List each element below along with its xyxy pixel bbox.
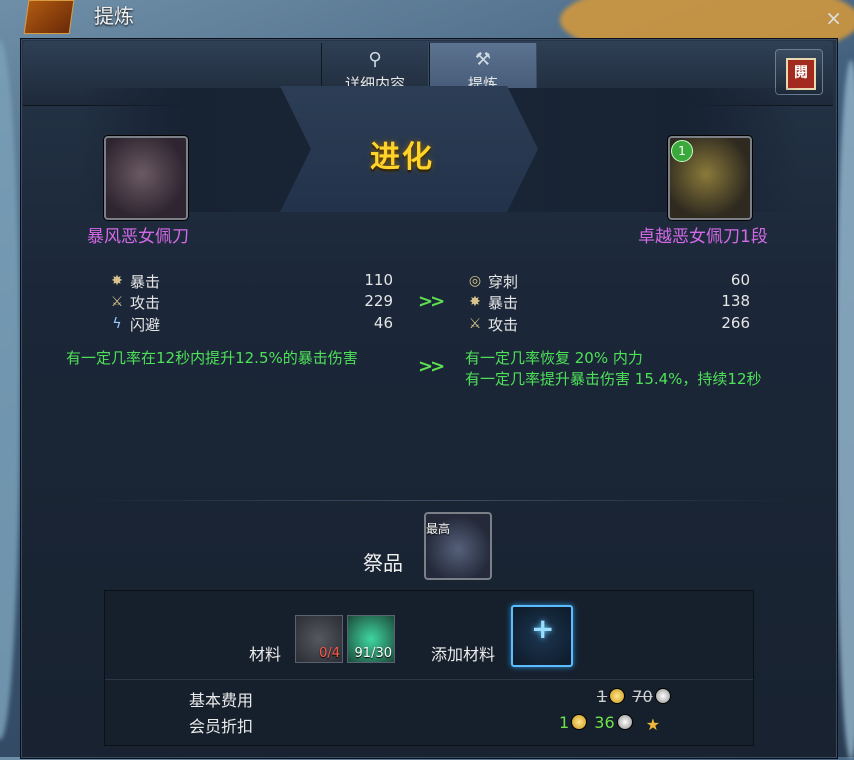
double-chevron-icon: >> bbox=[418, 291, 445, 312]
stat-name: 攻击 bbox=[130, 294, 161, 312]
member-gold: 1 bbox=[559, 713, 570, 732]
stat-row: ◎ 穿刺 60 bbox=[466, 271, 750, 291]
effect-before: 有一定几率在12秒内提升12.5%的暴击伤害 bbox=[66, 349, 358, 367]
member-discount-label: 会员折扣 bbox=[189, 717, 254, 736]
sacrifice-label: 祭品 bbox=[363, 551, 403, 575]
stat-row: ϟ 闪避 46 bbox=[108, 314, 393, 334]
source-item-slot[interactable] bbox=[104, 136, 188, 220]
double-chevron-icon: >> bbox=[418, 356, 445, 377]
gold-coin-icon bbox=[571, 714, 588, 730]
stat-row: ✸ 暴击 138 bbox=[466, 292, 750, 312]
base-cost-label: 基本费用 bbox=[189, 691, 254, 710]
stat-name: 暴击 bbox=[130, 273, 161, 291]
base-silver: 70 bbox=[632, 687, 653, 706]
stat-name: 穿刺 bbox=[488, 273, 519, 291]
crossed-swords-icon: ⚔ bbox=[110, 294, 124, 310]
lightning-icon: ϟ bbox=[112, 316, 122, 332]
stat-row: ⚔ 攻击 229 bbox=[108, 292, 393, 312]
magnifier-icon: ⚲ bbox=[368, 49, 382, 70]
close-icon[interactable]: × bbox=[825, 6, 842, 30]
silver-coin-icon bbox=[616, 714, 633, 730]
materials-box: 材料 0/4 91/30 添加材料 + 基本费用 1 70 会员折扣 1 36 … bbox=[104, 590, 754, 746]
stat-name: 攻击 bbox=[488, 316, 519, 334]
background-foliage bbox=[0, 40, 20, 740]
gold-coin-icon bbox=[609, 688, 626, 704]
sacrifice-item-slot[interactable]: 最高 bbox=[424, 512, 492, 580]
stat-value: 46 bbox=[373, 314, 393, 332]
refine-icon bbox=[23, 0, 75, 34]
pierce-icon: ◎ bbox=[468, 273, 482, 289]
materials-label: 材料 bbox=[249, 645, 282, 664]
critical-icon: ✸ bbox=[111, 273, 123, 289]
material-slot[interactable]: 0/4 bbox=[295, 615, 343, 663]
background-foliage bbox=[836, 60, 854, 760]
stat-value: 110 bbox=[364, 271, 393, 289]
level-badge: 1 bbox=[671, 140, 693, 162]
stat-value: 229 bbox=[364, 292, 393, 310]
evolution-label: 进化 bbox=[370, 140, 434, 175]
section-divider bbox=[78, 500, 798, 501]
material-count: 91/30 bbox=[354, 646, 392, 661]
crossed-swords-icon: ⚔ bbox=[468, 316, 482, 332]
best-tag: 最高 bbox=[426, 522, 451, 536]
source-item-name: 暴风恶女佩刀 bbox=[87, 227, 189, 247]
stat-name: 闪避 bbox=[130, 316, 161, 334]
window-title: 提炼 bbox=[94, 4, 134, 28]
anvil-icon: ⚒ bbox=[474, 49, 492, 70]
cost-divider bbox=[105, 679, 753, 680]
vip-star-icon: ★ bbox=[645, 715, 661, 734]
member-silver: 36 bbox=[594, 713, 615, 732]
material-slot[interactable]: 91/30 bbox=[347, 615, 395, 663]
stat-value: 266 bbox=[721, 314, 750, 332]
critical-icon: ✸ bbox=[469, 294, 481, 310]
member-cost-value: 1 36 ★ bbox=[559, 713, 664, 734]
effect-after-line1: 有一定几率恢复 20% 内力 bbox=[465, 349, 643, 367]
stat-value: 138 bbox=[721, 292, 750, 310]
material-count: 0/4 bbox=[319, 646, 340, 661]
target-item-name: 卓越恶女佩刀1段 bbox=[638, 227, 768, 247]
stat-row: ✸ 暴击 110 bbox=[108, 271, 393, 291]
effect-after-line2: 有一定几率提升暴击伤害 15.4%，持续12秒 bbox=[465, 370, 762, 388]
base-gold: 1 bbox=[597, 687, 608, 706]
plus-icon: + bbox=[531, 612, 555, 645]
add-material-button[interactable]: + bbox=[511, 605, 573, 667]
stat-row: ⚔ 攻击 266 bbox=[466, 314, 750, 334]
guide-book-icon: 閱 bbox=[786, 58, 816, 90]
window-title-bar: 提炼 × bbox=[0, 0, 854, 34]
base-cost-value: 1 70 bbox=[597, 687, 673, 706]
add-material-label: 添加材料 bbox=[431, 645, 496, 664]
stat-value: 60 bbox=[730, 271, 750, 289]
stat-name: 暴击 bbox=[488, 294, 519, 312]
silver-coin-icon bbox=[654, 688, 671, 704]
